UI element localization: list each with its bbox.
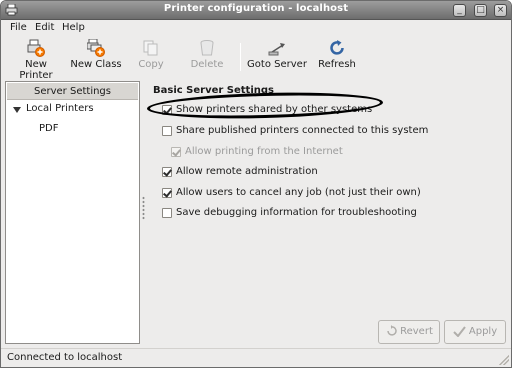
status-bar: Connected to localhost: [1, 348, 511, 367]
tree-item-server-settings[interactable]: Server Settings: [7, 83, 138, 100]
maximize-button[interactable]: □: [474, 4, 487, 17]
option-label-allow-cancel-any-job[interactable]: Allow users to cancel any job (not just …: [176, 187, 421, 198]
menu-edit[interactable]: Edit: [35, 22, 54, 33]
menu-file[interactable]: File: [10, 22, 27, 33]
refresh-button[interactable]: Refresh: [317, 37, 357, 75]
title-bar[interactable]: Printer configuration - localhost _ □ ×: [1, 1, 511, 20]
resize-grip-icon[interactable]: [499, 355, 509, 365]
checkmark-icon: [453, 326, 466, 337]
delete-button[interactable]: Delete: [187, 37, 227, 75]
option-label-share-published-printers[interactable]: Share published printers connected to th…: [176, 125, 428, 136]
status-text: Connected to localhost: [7, 352, 123, 363]
goto-server-icon: [268, 43, 285, 56]
menu-help[interactable]: Help: [62, 22, 85, 33]
checkbox-save-debug-info[interactable]: [162, 208, 172, 218]
trash-icon: [200, 40, 214, 56]
printer-config-window: Printer configuration - localhost _ □ × …: [0, 0, 512, 368]
apply-label: Apply: [468, 326, 498, 337]
refresh-label: Refresh: [318, 59, 356, 70]
option-label-save-debug-info[interactable]: Save debugging information for troublesh…: [176, 207, 417, 218]
tree-item-local-printers[interactable]: Local Printers: [26, 103, 94, 114]
apply-button[interactable]: Apply: [444, 320, 506, 344]
tree-item-pdf[interactable]: PDF: [39, 123, 58, 134]
toolbar-separator: [240, 43, 241, 71]
menu-bar: File Edit Help: [1, 20, 511, 36]
expander-arrow-icon[interactable]: [13, 107, 21, 113]
revert-button[interactable]: Revert: [378, 320, 440, 344]
window-title: Printer configuration - localhost: [163, 3, 349, 14]
goto-server-label: Goto Server: [247, 59, 307, 70]
new-printer-icon: [27, 39, 45, 57]
checkbox-share-published-printers[interactable]: [162, 126, 172, 136]
toolbar: New Printer New Class Copy Delete Goto S…: [1, 37, 511, 81]
copy-icon: [143, 40, 158, 56]
checkbox-allow-internet-printing[interactable]: [171, 147, 181, 157]
new-printer-label: New Printer: [19, 59, 53, 81]
copy-label: Copy: [138, 59, 164, 70]
option-label-allow-internet-printing[interactable]: Allow printing from the Internet: [185, 146, 343, 157]
checkbox-allow-remote-admin[interactable]: [162, 167, 172, 177]
option-label-allow-remote-admin[interactable]: Allow remote administration: [176, 166, 318, 177]
refresh-icon: [330, 40, 344, 55]
checkbox-allow-cancel-any-job[interactable]: [162, 188, 172, 198]
revert-icon: [387, 325, 397, 336]
pane-splitter-handle[interactable]: [142, 196, 145, 220]
new-printer-button[interactable]: New Printer: [7, 37, 65, 81]
new-class-label: New Class: [70, 59, 122, 70]
printer-tree[interactable]: Server Settings Local Printers PDF: [5, 81, 140, 344]
close-button[interactable]: ×: [494, 4, 507, 17]
new-class-button[interactable]: New Class: [69, 37, 123, 75]
minimize-button[interactable]: _: [453, 4, 466, 17]
new-class-icon: [87, 39, 105, 57]
revert-label: Revert: [400, 326, 433, 337]
copy-button[interactable]: Copy: [133, 37, 169, 75]
delete-label: Delete: [190, 59, 224, 70]
goto-server-button[interactable]: Goto Server: [247, 37, 307, 75]
